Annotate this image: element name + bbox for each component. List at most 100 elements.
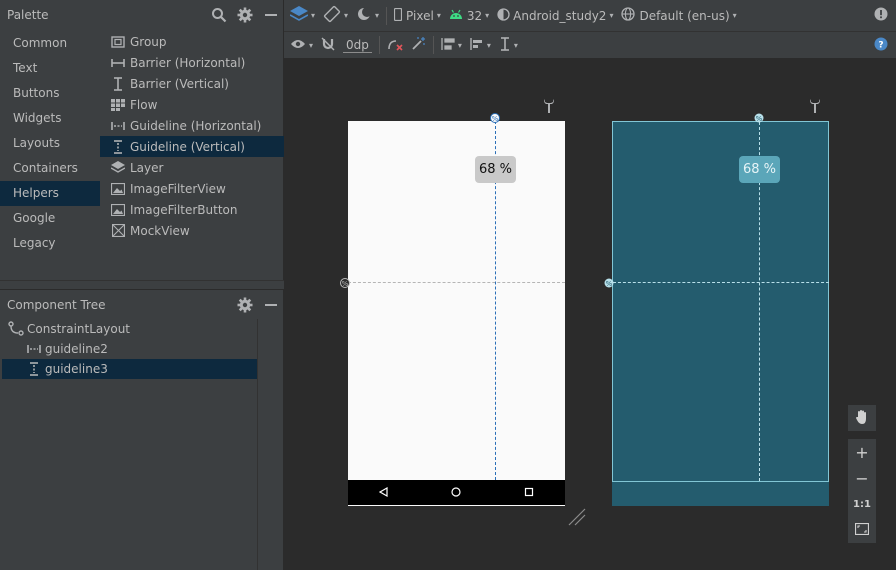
pack-icon [441,37,455,54]
search-icon[interactable] [206,0,232,30]
guideline3-percent-handle[interactable]: % [490,112,500,123]
gear-icon[interactable] [232,0,258,30]
image-icon [110,202,126,218]
palette-item-imagefilterview[interactable]: ImageFilterView [100,178,284,199]
zoom-in-button[interactable]: + [848,439,876,465]
palette-item-barrier-vertical[interactable]: Barrier (Vertical) [100,73,284,94]
magic-wand-icon [411,36,426,54]
tree-node-guideline2[interactable]: guideline2 [26,339,108,359]
fit-screen-button[interactable] [848,517,876,543]
wrench-icon[interactable] [542,98,556,114]
align-icon [470,37,484,54]
group-icon [110,34,126,50]
default-margin-field[interactable]: 0dp [339,32,376,58]
category-common[interactable]: Common [0,31,100,56]
guideline3-percent-handle[interactable]: % [754,112,764,123]
palette-item-flow[interactable]: Flow [100,94,284,115]
tree-node-constraintlayout[interactable]: ConstraintLayout [8,319,130,339]
palette-item-label: Barrier (Horizontal) [130,55,246,70]
globe-icon [621,7,636,24]
svg-text:%: % [606,280,613,288]
category-legacy[interactable]: Legacy [0,231,100,256]
palette-item-label: Flow [130,97,158,112]
palette-item-mockview[interactable]: MockView [100,220,284,241]
guideline2-line[interactable] [613,282,829,283]
image-icon [110,181,126,197]
tree-node-label: guideline2 [45,342,108,356]
guideline-vertical-icon [110,139,126,155]
recents-icon [524,486,534,500]
zoom-out-button[interactable]: − [848,465,876,491]
tree-node-guideline3[interactable]: guideline3 [26,359,108,379]
theme-selector[interactable]: Android_study2 ▾ [493,0,617,31]
view-options-button[interactable]: ▾ [284,32,317,58]
guideline2-percent-handle[interactable]: % [340,277,350,288]
minimize-icon[interactable] [258,290,284,320]
clear-constraints-icon [387,37,403,54]
constraint-toolbar: ▾ 0dp ▾ ▾ ▾ ? [284,32,896,59]
blueprint-view[interactable]: 68 % [612,121,829,506]
palette-item-label: Layer [130,160,164,175]
guidelines-button[interactable]: ▾ [495,32,522,58]
theme-label: Android_study2 [513,8,607,23]
palette-item-guideline-horizontal[interactable]: Guideline (Horizontal) [100,115,284,136]
constraint-layout-icon [8,321,24,337]
minimize-icon[interactable] [258,0,284,30]
category-helpers[interactable]: Helpers [0,181,100,206]
category-google[interactable]: Google [0,206,100,231]
api-selector[interactable]: 32 ▾ [445,0,493,31]
svg-text:%: % [342,280,349,288]
guideline-percent-text: 68 % [742,162,777,177]
category-layouts[interactable]: Layouts [0,131,100,156]
device-selector[interactable]: Pixel ▾ [390,0,445,31]
design-toolbar: ▾ ▾ ▾ Pixel ▾ 32 ▾ Android_study2 ▾ Defa… [284,0,896,32]
zoom-controls: + − 1:1 [848,405,876,545]
design-canvas[interactable]: 68 % % % 68 % % % [285,60,896,570]
eye-icon [290,38,306,53]
fit-screen-icon [854,522,870,538]
warning-icon [874,7,888,24]
resize-handle-icon[interactable] [567,507,587,527]
palette-item-label: ImageFilterView [130,181,226,196]
pack-button[interactable]: ▾ [437,32,466,58]
pan-button[interactable] [848,405,876,431]
guideline-percent-badge[interactable]: 68 % [475,156,516,183]
rotate-device-icon [323,5,341,26]
hand-icon [855,409,869,428]
design-view[interactable]: 68 % [348,121,565,506]
palette-item-imagefilterbutton[interactable]: ImageFilterButton [100,199,284,220]
api-label: 32 [466,8,483,23]
palette-item-guideline-vertical[interactable]: Guideline (Vertical) [100,136,284,157]
guideline-percent-badge[interactable]: 68 % [739,156,780,183]
night-mode-icon [356,6,373,25]
palette-item-label: MockView [130,223,190,238]
align-button[interactable]: ▾ [466,32,495,58]
category-text[interactable]: Text [0,56,100,81]
guideline-vertical-icon [26,361,42,377]
category-containers[interactable]: Containers [0,156,100,181]
palette-item-layer[interactable]: Layer [100,157,284,178]
category-widgets[interactable]: Widgets [0,106,100,131]
palette-item-label: ImageFilterButton [130,202,238,217]
orientation-button[interactable]: ▾ [319,0,352,31]
guideline2-line[interactable] [348,282,565,283]
help-button[interactable]: ? [870,32,896,58]
palette-item-barrier-horizontal[interactable]: Barrier (Horizontal) [100,52,284,73]
wrench-icon[interactable] [808,98,822,114]
locale-selector[interactable]: Default (en-us) ▾ [617,0,740,31]
design-surface-button[interactable]: ▾ [284,0,319,31]
warnings-button[interactable] [870,0,896,31]
night-mode-button[interactable]: ▾ [352,0,383,31]
guideline2-percent-handle[interactable]: % [604,277,614,288]
toolbar-separator [386,6,388,25]
infer-constraints-button[interactable] [407,32,430,58]
palette-item-group[interactable]: Group [100,31,284,52]
actual-size-button[interactable]: 1:1 [848,491,876,517]
category-buttons[interactable]: Buttons [0,81,100,106]
clear-constraints-button[interactable] [383,32,407,58]
autoconnect-toggle[interactable] [317,32,339,58]
theme-icon [497,7,510,24]
gear-icon[interactable] [232,290,258,320]
layers-icon [289,6,309,25]
left-panel: Palette Common Text Buttons Widgets Layo… [0,0,284,570]
